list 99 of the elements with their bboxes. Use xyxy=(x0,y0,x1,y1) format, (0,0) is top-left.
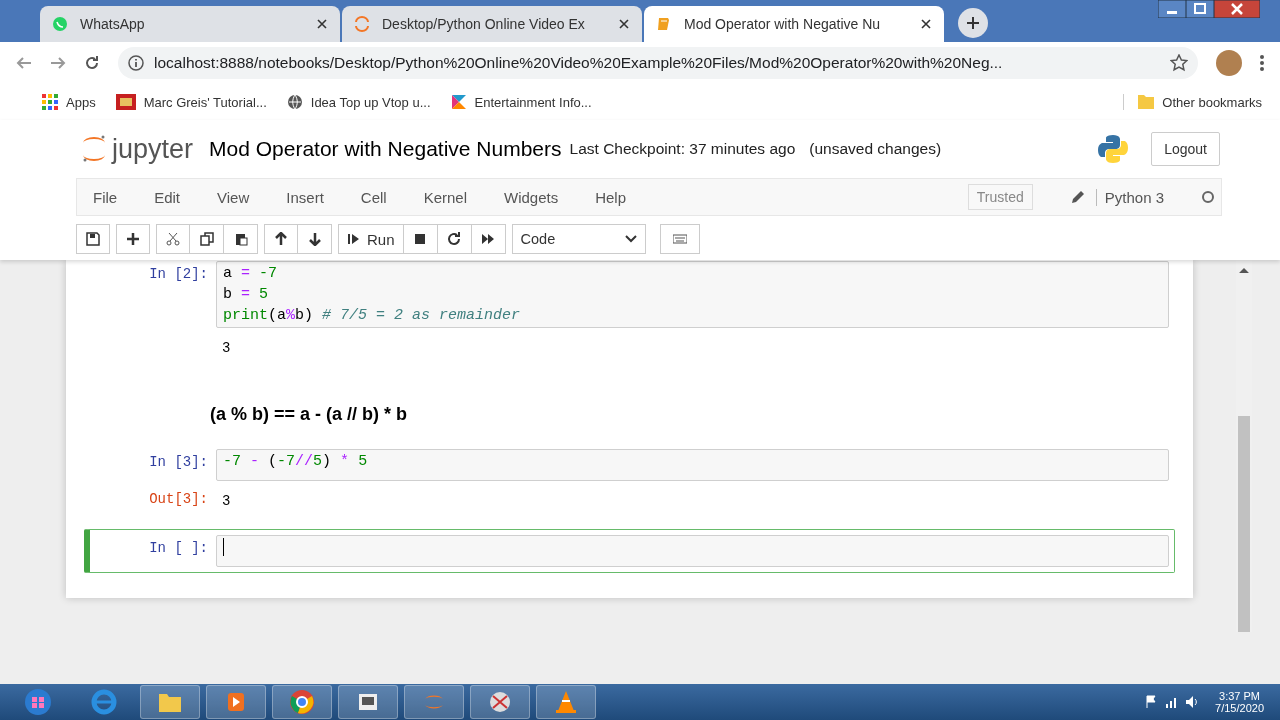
cell-type-dropdown[interactable]: Code xyxy=(511,224,646,254)
menu-item[interactable]: Help xyxy=(595,188,627,206)
paste-button[interactable] xyxy=(224,224,258,254)
save-icon xyxy=(86,232,100,246)
system-clock[interactable]: 3:37 PM 7/15/2020 xyxy=(1215,690,1264,714)
flag-icon xyxy=(450,94,467,110)
forward-arrow-icon[interactable] xyxy=(50,55,66,71)
close-icon[interactable] xyxy=(316,18,328,30)
scroll-up-icon[interactable] xyxy=(1238,266,1250,276)
stop-icon xyxy=(413,232,428,246)
paste-icon xyxy=(233,232,248,246)
chevron-down-icon xyxy=(624,233,637,245)
maximize-icon[interactable] xyxy=(1186,0,1214,18)
book-icon xyxy=(656,16,672,32)
menu-item[interactable]: Insert xyxy=(286,188,324,206)
browser-tab[interactable]: Mod Operator with Negative Nu xyxy=(644,6,944,42)
input-prompt: In [3]: xyxy=(148,453,209,472)
folder-icon xyxy=(1138,94,1155,110)
menu-item[interactable]: File xyxy=(93,188,118,206)
bookmark-folder[interactable]: Other bookmarks xyxy=(1162,94,1262,110)
minimize-icon[interactable] xyxy=(1158,0,1186,18)
python-logo-icon xyxy=(1097,133,1130,165)
code-line: b = 5 xyxy=(223,285,270,305)
speaker-icon[interactable] xyxy=(1185,695,1200,709)
site-logo-icon xyxy=(115,94,136,110)
notebook-cell[interactable]: In [ ]: xyxy=(84,529,1175,573)
menu-item[interactable]: Widgets xyxy=(504,188,559,206)
close-icon[interactable] xyxy=(920,18,932,30)
output-prompt: Out[3]: xyxy=(148,490,209,509)
start-orb-icon[interactable] xyxy=(24,688,52,716)
close-icon[interactable] xyxy=(1214,0,1260,18)
cut-icon xyxy=(166,232,180,246)
save-status: (unsaved changes) xyxy=(809,140,942,158)
move-down-icon xyxy=(307,232,322,246)
bookmark-link[interactable]: Apps xyxy=(66,94,96,110)
code-line: -7 - (-7//5) * 5 xyxy=(223,452,369,472)
notebook-cell[interactable]: In [2]: a = -7 b = 5 print(a%b) # 7/5 = 2 as remainder 3 xyxy=(84,260,1175,376)
cut-button[interactable] xyxy=(156,224,190,254)
output-text: 3 xyxy=(221,339,232,358)
output-text: 3 xyxy=(221,492,232,511)
add-cell-button[interactable] xyxy=(116,224,150,254)
menu-item[interactable]: Kernel xyxy=(423,188,467,206)
fast-forward-button[interactable] xyxy=(471,224,506,254)
browser-e-icon[interactable] xyxy=(90,688,118,716)
back-arrow-icon[interactable] xyxy=(16,55,32,71)
bookmark-link[interactable]: Entertainment Info... xyxy=(474,94,592,110)
reload-icon[interactable] xyxy=(84,55,100,71)
notebook-cell[interactable]: In [3]: -7 - (-7//5) * 5 Out[3]: 3 xyxy=(84,443,1175,529)
menu-item[interactable]: Cell xyxy=(360,188,387,206)
move-up-button[interactable] xyxy=(264,224,298,254)
info-icon[interactable] xyxy=(128,55,144,71)
bookmark-link[interactable]: Idea Top up Vtop u... xyxy=(310,94,431,110)
copy-icon xyxy=(199,232,214,246)
logout-button[interactable]: Logout xyxy=(1151,132,1220,166)
scrollbar-thumb[interactable] xyxy=(1238,415,1250,632)
code-line: print(a%b) # 7/5 = 2 as remainder xyxy=(223,306,522,326)
menu-item[interactable]: View xyxy=(217,188,250,206)
bookmark-link[interactable]: Marc Greis' Tutorial... xyxy=(143,94,267,110)
command-palette-icon xyxy=(672,232,687,246)
profile-avatar[interactable] xyxy=(1216,50,1242,76)
plus-icon[interactable] xyxy=(966,16,980,30)
run-button[interactable]: Run xyxy=(338,224,404,254)
restart-icon xyxy=(447,232,462,246)
input-prompt: In [2]: xyxy=(148,265,209,284)
add-cell-icon xyxy=(126,232,140,246)
markdown-heading: (a % b) == a - (a // b) * b xyxy=(209,403,409,426)
checkpoint-text: Last Checkpoint: 37 minutes ago xyxy=(569,140,796,158)
new-tab-button[interactable] xyxy=(958,8,988,38)
logo-text: jupyter xyxy=(112,133,194,165)
move-up-icon xyxy=(274,232,288,246)
apps-grid-icon xyxy=(42,94,58,110)
close-icon[interactable] xyxy=(618,18,630,30)
chrome-icon[interactable] xyxy=(288,688,316,716)
kernel-status-icon xyxy=(1201,190,1215,204)
chat-bubble-icon xyxy=(52,16,68,32)
pencil-icon[interactable] xyxy=(1069,189,1086,205)
menu-item[interactable]: Edit xyxy=(154,188,181,206)
save-button[interactable] xyxy=(76,224,110,254)
star-icon[interactable] xyxy=(1170,54,1188,72)
notebook-title[interactable]: Mod Operator with Negative Numbers xyxy=(209,137,562,161)
restart-button[interactable] xyxy=(437,224,472,254)
code-editor[interactable]: a = -7 b = 5 print(a%b) # 7/5 = 2 as remainder xyxy=(216,261,1169,328)
code-editor[interactable]: -7 - (-7//5) * 5 xyxy=(216,449,1169,481)
text-cursor xyxy=(223,538,224,556)
browser-tab[interactable]: Desktop/Python Online Video Ex xyxy=(342,6,642,42)
copy-button[interactable] xyxy=(190,224,224,254)
browser-tab[interactable]: WhatsApp xyxy=(40,6,340,42)
globe-icon xyxy=(286,94,303,110)
input-prompt: In [ ]: xyxy=(148,539,209,558)
more-menu-icon[interactable] xyxy=(1260,54,1264,72)
fast-forward-icon xyxy=(481,232,496,246)
flag-icon[interactable] xyxy=(1145,695,1158,709)
run-icon xyxy=(347,232,361,246)
stop-button[interactable] xyxy=(403,224,438,254)
code-line: a = -7 xyxy=(223,264,279,284)
kernel-name: Python 3 xyxy=(1095,188,1164,206)
move-down-button[interactable] xyxy=(298,224,332,254)
network-icon[interactable] xyxy=(1165,695,1178,709)
spinner-icon xyxy=(354,16,370,32)
